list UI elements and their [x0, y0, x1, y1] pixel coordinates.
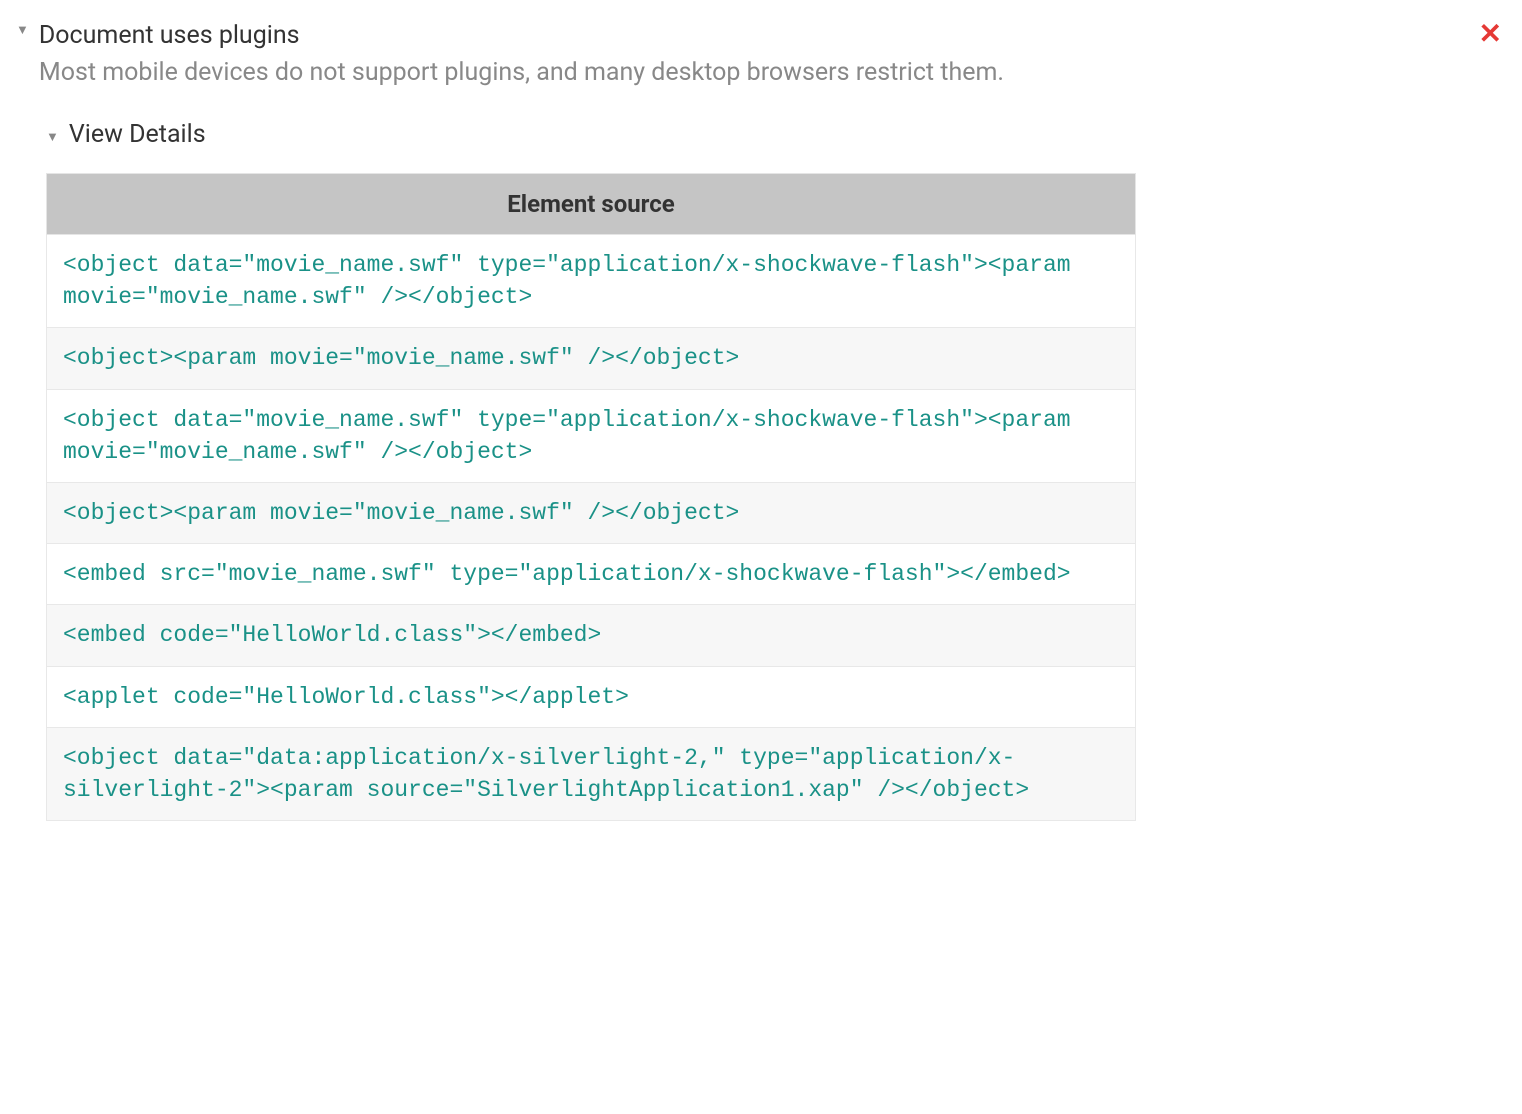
code-cell: <object data="data:application/x-silverl…: [47, 727, 1136, 820]
audit-description: Most mobile devices do not support plugi…: [39, 55, 1506, 90]
table-row: <object><param movie="movie_name.swf" />…: [47, 328, 1136, 389]
code-cell: <embed src="movie_name.swf" type="applic…: [47, 544, 1136, 605]
table-body: <object data="movie_name.swf" type="appl…: [47, 235, 1136, 821]
table-row: <applet code="HelloWorld.class"></applet…: [47, 666, 1136, 727]
details-label: View Details: [69, 120, 206, 149]
element-source-table: Element source <object data="movie_name.…: [46, 173, 1136, 821]
audit-item: Document uses plugins Most mobile device…: [16, 18, 1506, 90]
code-cell: <object data="movie_name.swf" type="appl…: [47, 235, 1136, 328]
table-row: <object data="movie_name.swf" type="appl…: [47, 235, 1136, 328]
code-cell: <embed code="HelloWorld.class"></embed>: [47, 605, 1136, 666]
chevron-down-icon[interactable]: [16, 24, 29, 37]
details-toggle[interactable]: View Details: [46, 120, 1506, 149]
details-section: View Details Element source <object data…: [46, 120, 1506, 821]
chevron-down-icon[interactable]: [46, 131, 59, 144]
code-cell: <applet code="HelloWorld.class"></applet…: [47, 666, 1136, 727]
table-row: <embed src="movie_name.swf" type="applic…: [47, 544, 1136, 605]
code-cell: <object data="movie_name.swf" type="appl…: [47, 389, 1136, 482]
table-row: <object data="data:application/x-silverl…: [47, 727, 1136, 820]
audit-title: Document uses plugins: [39, 18, 1506, 53]
table-header: Element source: [47, 174, 1136, 235]
table-row: <object><param movie="movie_name.swf" />…: [47, 482, 1136, 543]
fail-icon: ✕: [1479, 20, 1502, 48]
audit-content: Document uses plugins Most mobile device…: [39, 18, 1506, 90]
table-row: <embed code="HelloWorld.class"></embed>: [47, 605, 1136, 666]
code-cell: <object><param movie="movie_name.swf" />…: [47, 328, 1136, 389]
code-cell: <object><param movie="movie_name.swf" />…: [47, 482, 1136, 543]
table-row: <object data="movie_name.swf" type="appl…: [47, 389, 1136, 482]
